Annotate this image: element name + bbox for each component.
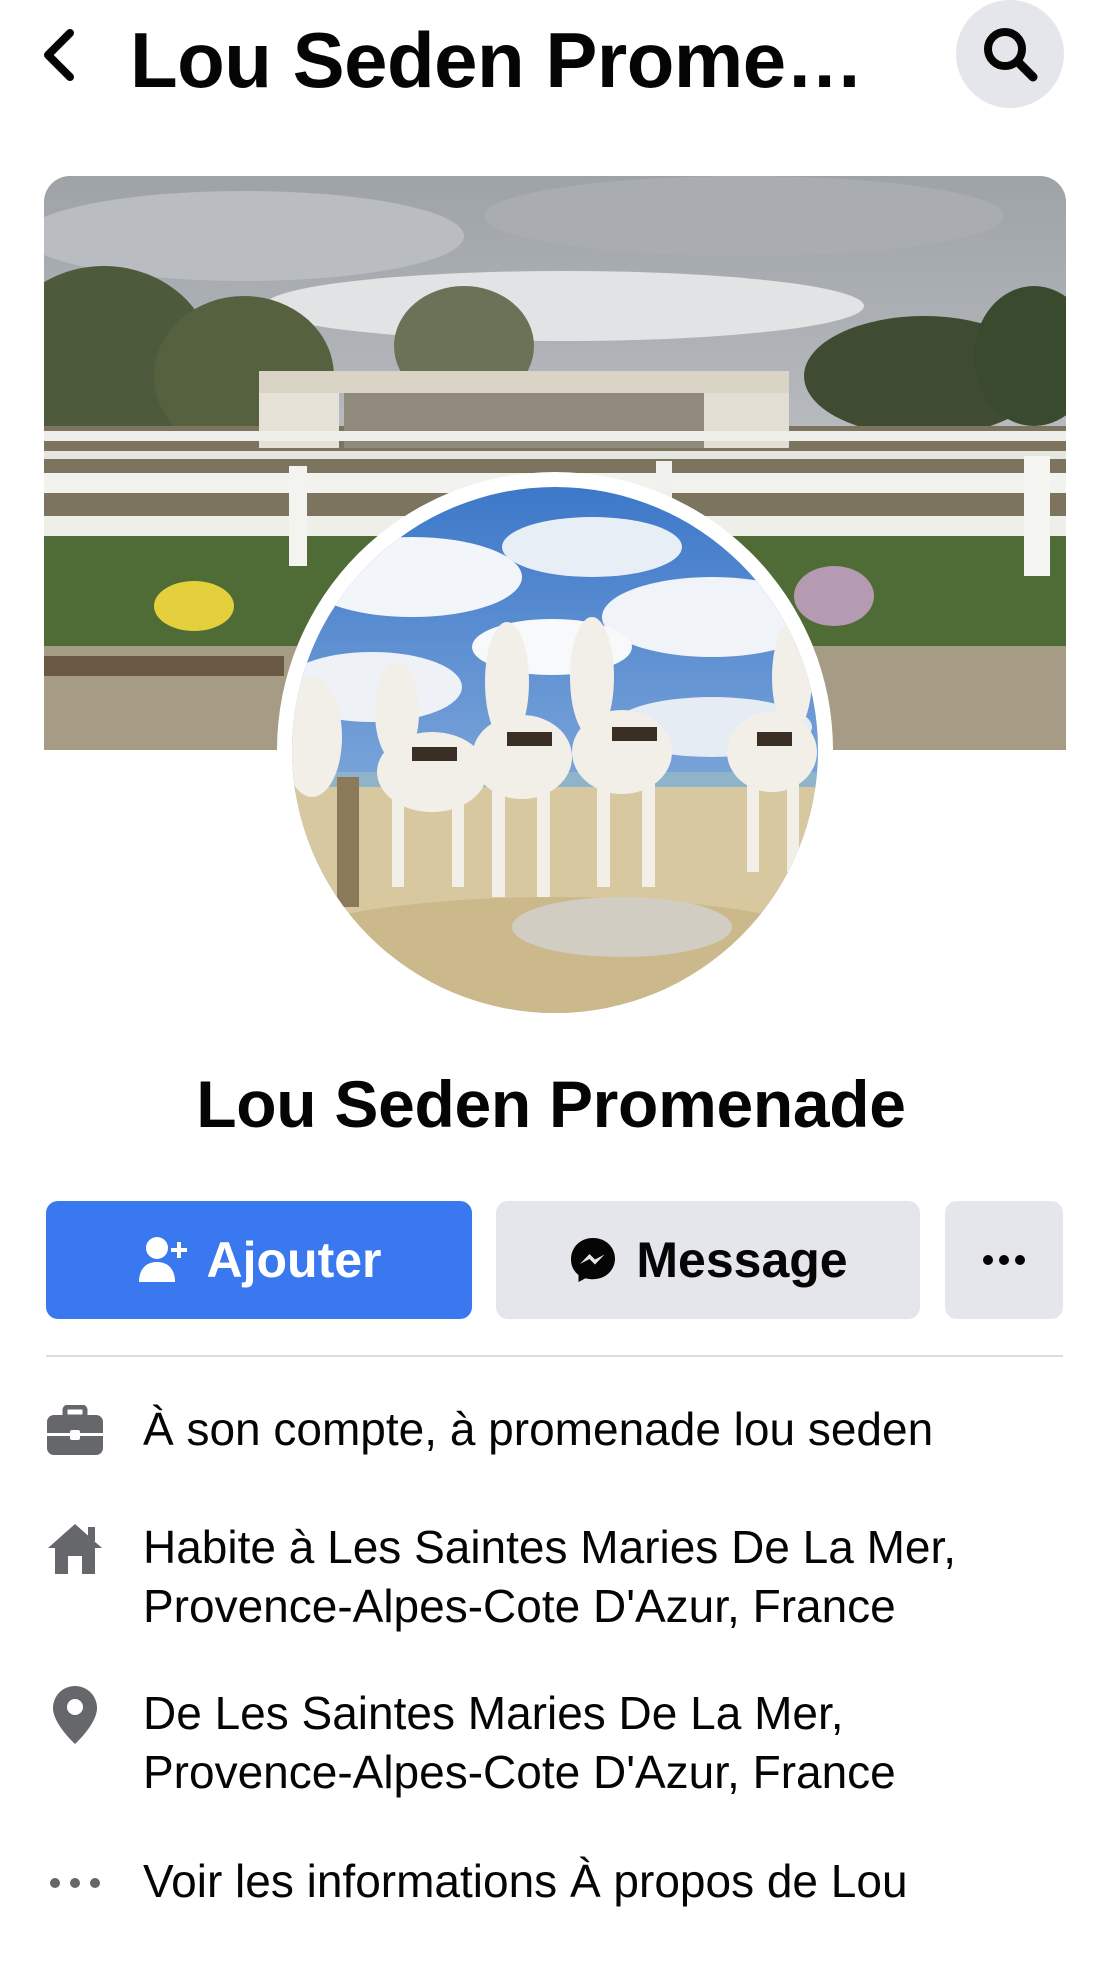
profile-name: Lou Seden Promenade (196, 1067, 906, 1141)
lives-prefix: Habite à (143, 1521, 328, 1573)
from-place-link[interactable]: Les Saintes Maries De La Mer, Provence-A… (143, 1687, 896, 1798)
lives-text: Habite à Les Saintes Maries De La Mer, P… (143, 1518, 1063, 1636)
message-button[interactable]: Message (496, 1201, 920, 1319)
add-friend-icon (138, 1237, 187, 1282)
back-button[interactable] (40, 22, 90, 88)
page-title: Lou Seden Prome… (130, 16, 864, 104)
about-link[interactable]: Voir les informations À propos de Lou (143, 1852, 1063, 1911)
info-row-from: De Les Saintes Maries De La Mer, Provenc… (0, 1684, 1102, 1808)
add-button-label: Ajouter (206, 1232, 382, 1288)
home-icon (44, 1518, 106, 1580)
search-icon (984, 28, 1038, 82)
info-row-work: À son compte, à promenade lou seden (0, 1400, 1102, 1462)
briefcase-icon (44, 1400, 106, 1462)
more-dots-icon (44, 1852, 106, 1914)
location-pin-icon (44, 1684, 106, 1746)
info-row-lives: Habite à Les Saintes Maries De La Mer, P… (0, 1518, 1102, 1642)
messenger-icon (571, 1238, 616, 1282)
more-options-button[interactable] (945, 1201, 1063, 1319)
from-prefix: De (143, 1687, 215, 1739)
info-row-about[interactable]: Voir les informations À propos de Lou (0, 1852, 1102, 1914)
search-button[interactable] (956, 0, 1064, 108)
message-button-label: Message (636, 1232, 848, 1288)
avatar[interactable] (292, 487, 818, 1013)
from-text: De Les Saintes Maries De La Mer, Provenc… (143, 1684, 1063, 1802)
top-bar: Lou Seden Prome… (0, 0, 1102, 120)
divider (46, 1355, 1063, 1357)
avatar-image (292, 487, 818, 1013)
more-dots-icon (983, 1255, 1025, 1265)
add-friend-button[interactable]: Ajouter (46, 1201, 472, 1319)
work-text: À son compte, à promenade lou seden (143, 1403, 934, 1455)
chevron-left-icon (44, 29, 74, 81)
